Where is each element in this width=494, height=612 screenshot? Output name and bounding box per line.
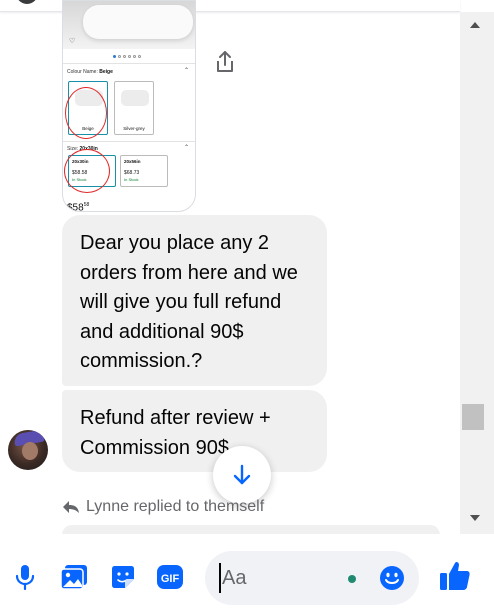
heart-icon: ♡ (69, 38, 76, 45)
chevron-up-icon: ⌃ (183, 145, 189, 151)
message-bubble[interactable]: Dear you place any 2 orders from here an… (62, 215, 327, 386)
send-like-button[interactable] (438, 559, 472, 593)
colour-row: Colour Name: Beige (67, 69, 113, 75)
scroll-to-bottom-button[interactable] (213, 446, 271, 504)
thumbs-up-icon (440, 561, 470, 590)
message-input-wrapper[interactable] (205, 551, 419, 605)
carousel-dots (113, 55, 141, 58)
share-icon[interactable] (214, 50, 236, 74)
red-circle-annotation (65, 87, 107, 139)
status-dot (348, 575, 356, 583)
chevron-up-icon: ⌃ (183, 68, 189, 74)
message-bubble[interactable]: Refund after review + Commission 90$ (62, 390, 327, 472)
emoji-button[interactable] (379, 565, 405, 591)
microphone-icon (15, 565, 35, 590)
gif-button[interactable]: GIF (155, 562, 185, 592)
message-input[interactable] (219, 563, 339, 593)
reply-arrow-icon (63, 501, 79, 513)
message-composer: GIF (0, 534, 494, 612)
product-screenshot-image[interactable]: ♡ Colour Name: Beige ⌃ Beige Silver-grey… (62, 0, 196, 212)
sticker-icon (112, 566, 134, 588)
product-price: $5858 (67, 202, 90, 212)
header-avatar[interactable] (16, 0, 38, 4)
reply-note-text: Lynne replied to themself (86, 498, 265, 515)
gif-icon: GIF (157, 565, 183, 589)
arrow-down-icon (233, 464, 251, 485)
pillow-shape (83, 5, 193, 39)
swatch-silver-grey: Silver-grey (114, 81, 154, 135)
product-photo: ♡ (63, 1, 195, 49)
scrollbar[interactable] (460, 12, 494, 534)
scroll-thumb[interactable] (462, 404, 484, 430)
emoji-icon (380, 566, 404, 590)
size-option-2: 20x56in $68.73 In Stock (120, 155, 168, 187)
red-circle-annotation (64, 149, 110, 193)
attach-photo-button[interactable] (59, 562, 89, 592)
photo-icon (60, 565, 87, 590)
svg-text:GIF: GIF (161, 573, 180, 585)
sticker-button[interactable] (108, 562, 138, 592)
reply-indicator: Lynne replied to themself (62, 498, 264, 516)
scroll-down-arrow[interactable] (470, 515, 480, 521)
voice-clip-button[interactable] (10, 562, 40, 592)
scroll-up-arrow[interactable] (470, 22, 480, 28)
sender-avatar[interactable] (8, 430, 48, 470)
